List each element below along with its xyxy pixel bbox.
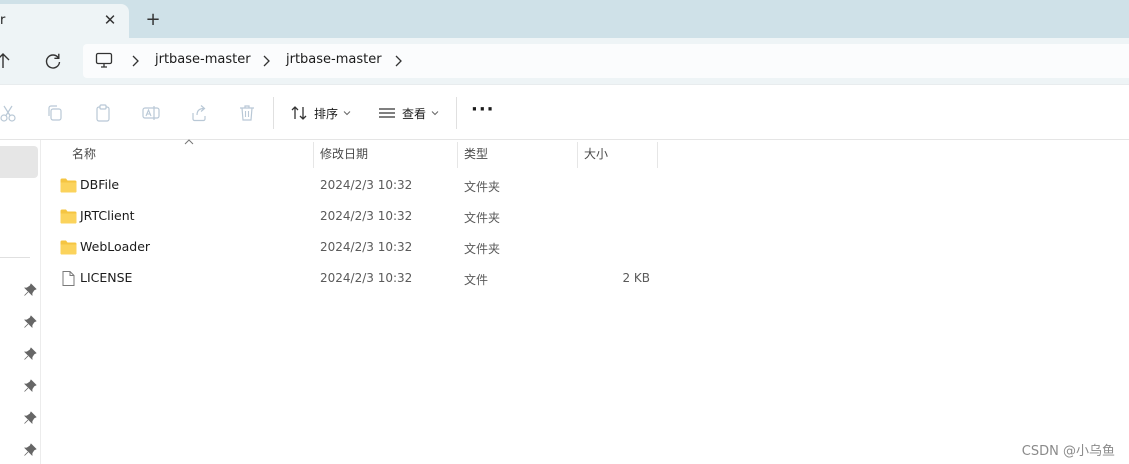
- file-type: 文件夹: [464, 180, 501, 194]
- file-type: 文件: [464, 273, 489, 287]
- folder-icon: [60, 178, 77, 193]
- file-name: WebLoader: [80, 239, 151, 254]
- copy-icon[interactable]: [45, 103, 65, 123]
- rename-icon[interactable]: [141, 103, 161, 123]
- file-date: 2024/2/3 10:32: [320, 209, 413, 223]
- close-tab-icon[interactable]: ✕: [101, 10, 119, 30]
- sort-icon: [291, 106, 307, 120]
- refresh-icon[interactable]: [42, 50, 64, 72]
- column-header-date[interactable]: 修改日期: [320, 140, 368, 168]
- column-header-type[interactable]: 类型: [464, 140, 488, 168]
- more-options-icon[interactable]: ···: [471, 101, 494, 123]
- pin-icon[interactable]: [23, 379, 37, 393]
- pin-icon[interactable]: [23, 347, 37, 361]
- active-tab[interactable]: r ✕: [0, 4, 129, 38]
- chevron-right-icon[interactable]: [130, 54, 140, 68]
- chevron-right-icon[interactable]: [261, 54, 271, 68]
- command-bar: 排序 查看 ···: [0, 84, 1129, 140]
- file-type: 文件夹: [464, 242, 501, 256]
- share-icon[interactable]: [189, 103, 209, 123]
- file-date: 2024/2/3 10:32: [320, 178, 413, 192]
- pin-icon[interactable]: [23, 411, 37, 425]
- command-separator: [456, 97, 457, 129]
- file-row[interactable]: WebLoader 2024/2/3 10:32 文件夹: [53, 234, 663, 262]
- column-separator[interactable]: [577, 142, 578, 168]
- nav-divider: [0, 257, 30, 258]
- address-bar[interactable]: jrtbase-master jrtbase-master: [83, 44, 1129, 78]
- this-pc-icon[interactable]: [95, 52, 113, 68]
- navigation-pane: [0, 140, 41, 464]
- file-row[interactable]: DBFile 2024/2/3 10:32 文件夹: [53, 172, 663, 200]
- new-tab-icon[interactable]: +: [143, 10, 163, 30]
- delete-icon[interactable]: [237, 103, 257, 123]
- paste-icon[interactable]: [93, 103, 113, 123]
- breadcrumb-item[interactable]: jrtbase-master: [155, 52, 251, 67]
- pin-icon[interactable]: [23, 443, 37, 457]
- up-arrow-icon[interactable]: [0, 50, 14, 72]
- file-row[interactable]: LICENSE 2024/2/3 10:32 文件 2 KB: [53, 265, 663, 293]
- chevron-right-icon[interactable]: [393, 54, 403, 68]
- column-separator[interactable]: [313, 142, 314, 168]
- chevron-down-icon: [431, 111, 439, 116]
- chevron-down-icon: [343, 111, 351, 116]
- tab-strip: r ✕ +: [0, 0, 1129, 38]
- file-name: DBFile: [80, 177, 120, 192]
- file-type: 文件夹: [464, 211, 501, 225]
- cut-icon[interactable]: [0, 103, 18, 123]
- column-header-size[interactable]: 大小: [584, 140, 608, 168]
- file-row[interactable]: JRTClient 2024/2/3 10:32 文件夹: [53, 203, 663, 231]
- breadcrumb-item[interactable]: jrtbase-master: [286, 52, 382, 67]
- sort-button[interactable]: 排序: [290, 100, 357, 126]
- file-list: 名称 修改日期 类型 大小 DBFile 2024/2/3 10:32 文件夹 …: [41, 139, 1129, 464]
- pin-icon[interactable]: [23, 315, 37, 329]
- sort-ascending-icon: [184, 139, 194, 145]
- tab-title: r: [0, 13, 6, 28]
- nav-item-selected[interactable]: [0, 146, 38, 178]
- file-explorer-window: r ✕ + jrtbase-master jrtbase-master 排序 查…: [0, 0, 1129, 464]
- column-header-name[interactable]: 名称: [72, 140, 96, 168]
- file-date: 2024/2/3 10:32: [320, 271, 413, 285]
- watermark: CSDN @小乌鱼: [1021, 444, 1115, 459]
- document-icon: [62, 271, 75, 286]
- file-size: 2 KB: [622, 271, 650, 285]
- pin-icon[interactable]: [23, 283, 37, 297]
- view-label: 查看: [402, 106, 427, 121]
- folder-icon: [60, 240, 77, 255]
- file-name: JRTClient: [80, 208, 135, 223]
- view-icon: [379, 108, 395, 118]
- column-separator[interactable]: [657, 142, 658, 168]
- command-separator: [273, 97, 274, 129]
- view-button[interactable]: 查看: [378, 100, 445, 126]
- folder-icon: [60, 209, 77, 224]
- file-date: 2024/2/3 10:32: [320, 240, 413, 254]
- navigation-bar: jrtbase-master jrtbase-master: [0, 38, 1129, 84]
- column-separator[interactable]: [457, 142, 458, 168]
- sort-label: 排序: [314, 106, 339, 121]
- file-name: LICENSE: [80, 270, 133, 285]
